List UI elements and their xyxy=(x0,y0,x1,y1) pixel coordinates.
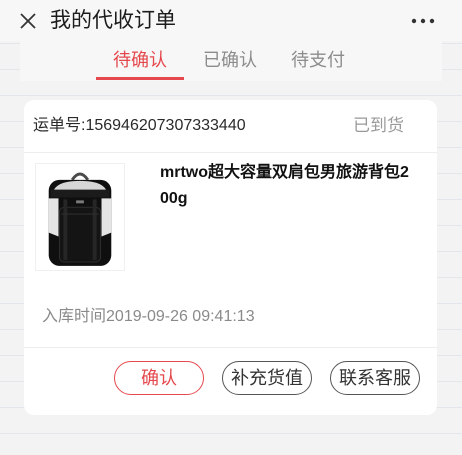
add-value-button[interactable]: 补充货值 xyxy=(222,361,312,395)
tab-pending-payment[interactable]: 待支付 xyxy=(274,41,362,81)
inbound-value: 2019-09-26 09:41:13 xyxy=(106,308,255,325)
waybill-row: 运单号:156946207307333440 已到货 xyxy=(24,100,437,152)
more-button[interactable] xyxy=(406,11,438,31)
backpack-right-panel xyxy=(101,198,112,237)
waybill-label: 运单号: xyxy=(33,117,86,134)
inbound-time: 入库时间2019-09-26 09:41:13 xyxy=(42,306,255,328)
waybill-number: 运单号:156946207307333440 xyxy=(33,100,246,152)
tab-label: 已确认 xyxy=(203,50,257,70)
more-icon xyxy=(411,18,435,24)
more-icon-dot-2 xyxy=(420,18,426,24)
backpack-right-strap xyxy=(92,199,97,261)
tab-active-indicator xyxy=(96,77,184,80)
tab-label: 待支付 xyxy=(291,50,345,70)
close-icon xyxy=(20,13,36,29)
contact-support-button[interactable]: 联系客服 xyxy=(330,361,420,395)
backpack-top-band xyxy=(50,189,110,198)
backpack-logo xyxy=(76,200,84,204)
close-button[interactable] xyxy=(18,11,38,31)
backpack-handle xyxy=(70,172,90,181)
order-card: 运单号:156946207307333440 已到货 mrtwo超大容量双肩包男… xyxy=(24,100,437,415)
more-icon-dot-3 xyxy=(429,18,435,24)
product-title: mrtwo超大容量双肩包男旅游背包200g xyxy=(160,164,409,207)
confirm-button[interactable]: 确认 xyxy=(114,361,204,395)
backpack-left-panel xyxy=(48,198,59,237)
product-row[interactable]: mrtwo超大容量双肩包男旅游背包200g xyxy=(24,160,437,274)
inbound-label: 入库时间 xyxy=(42,308,107,325)
tab-label: 待确认 xyxy=(113,50,167,70)
tab-pending-confirm[interactable]: 待确认 xyxy=(96,41,184,81)
top-bar: 我的代收订单 xyxy=(0,0,462,41)
more-icon-dot-1 xyxy=(411,18,417,24)
tab-confirmed[interactable]: 已确认 xyxy=(186,41,274,81)
waybill-value: 156946207307333440 xyxy=(85,117,246,134)
status-badge: 已到货 xyxy=(353,116,404,135)
backpack-left-strap xyxy=(63,199,68,261)
product-image xyxy=(35,163,125,271)
order-actions: 确认 补充货值 联系客服 xyxy=(114,361,420,395)
divider xyxy=(24,347,437,348)
status-tabs: 待确认 已确认 待支付 xyxy=(20,41,442,81)
backpack-image xyxy=(48,172,112,266)
page-title: 我的代收订单 xyxy=(50,9,176,32)
divider xyxy=(24,152,437,153)
